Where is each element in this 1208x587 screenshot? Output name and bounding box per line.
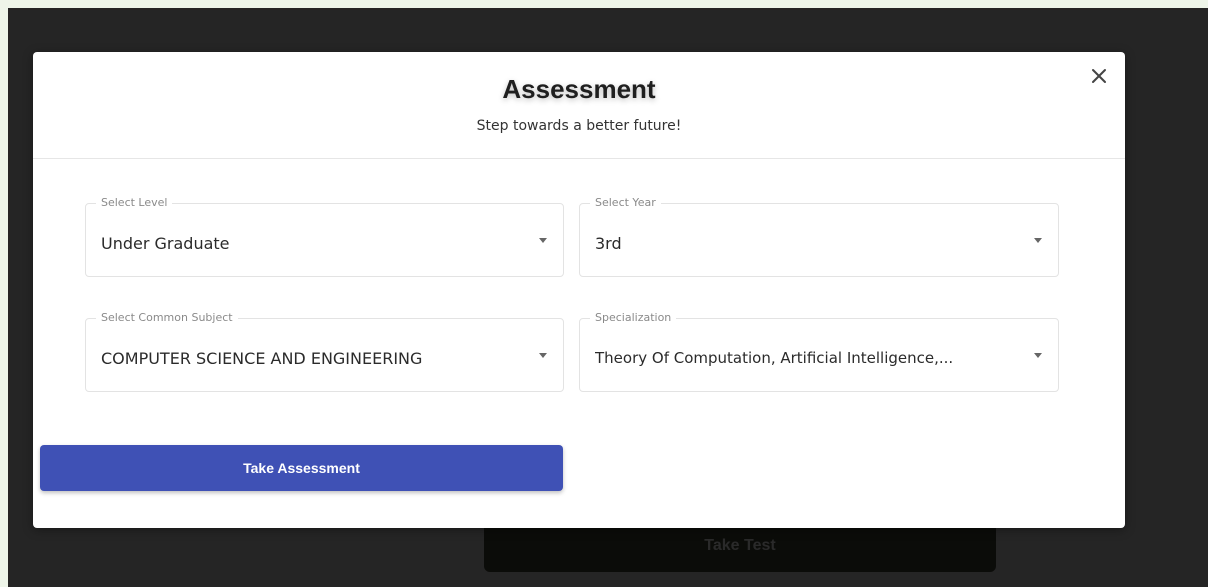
chevron-down-icon: [1034, 353, 1042, 358]
select-year-label: Select Year: [590, 196, 661, 209]
specialization-dropdown[interactable]: Specialization Theory Of Computation, Ar…: [579, 311, 1059, 392]
specialization-value: Theory Of Computation, Artificial Intell…: [595, 349, 954, 367]
select-common-subject-value: COMPUTER SCIENCE AND ENGINEERING: [101, 349, 423, 368]
select-level-label: Select Level: [96, 196, 173, 209]
modal-title: Assessment: [502, 74, 656, 104]
chevron-down-icon: [539, 238, 547, 243]
chevron-down-icon: [1034, 238, 1042, 243]
select-year-value: 3rd: [595, 234, 622, 253]
close-button[interactable]: [1087, 66, 1111, 90]
assessment-modal: Assessment Step towards a better future!…: [33, 52, 1125, 528]
modal-subtitle: Step towards a better future!: [476, 118, 682, 134]
chevron-down-icon: [539, 353, 547, 358]
select-level-value: Under Graduate: [101, 234, 230, 253]
select-level-dropdown[interactable]: Select Level Under Graduate: [85, 196, 564, 277]
specialization-label: Specialization: [590, 311, 677, 324]
take-assessment-button[interactable]: Take Assessment: [40, 445, 563, 491]
close-icon: [1091, 68, 1107, 89]
select-common-subject-label: Select Common Subject: [96, 311, 238, 324]
modal-header: Assessment Step towards a better future!: [33, 52, 1125, 159]
select-year-dropdown[interactable]: Select Year 3rd: [579, 196, 1059, 277]
select-common-subject-dropdown[interactable]: Select Common Subject COMPUTER SCIENCE A…: [85, 311, 564, 392]
